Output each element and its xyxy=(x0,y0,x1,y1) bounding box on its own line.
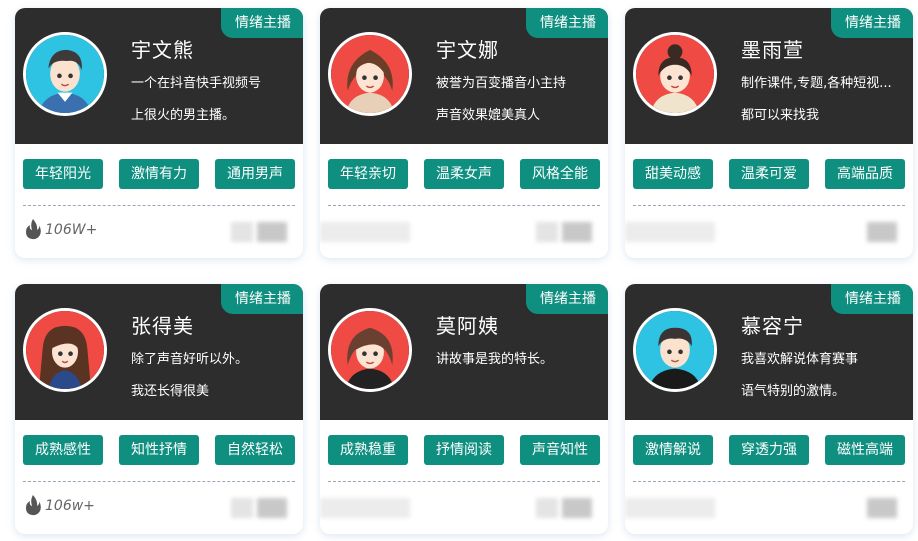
voice-tag[interactable]: 抒情阅读 xyxy=(424,435,504,465)
anchor-name: 宇文娜 xyxy=(436,38,499,62)
anchor-description-line-2: 都可以来找我 xyxy=(741,108,820,123)
flame-icon xyxy=(26,219,41,240)
blurred-element xyxy=(562,222,592,242)
anchor-description-line-2: 我还长得很美 xyxy=(131,384,210,399)
anchor-card[interactable]: 情绪主播 慕容宁 我喜欢解说体育赛事 语气特别的激情。 激情解说 穿透力强 磁性… xyxy=(625,284,913,534)
anchor-name: 慕容宁 xyxy=(741,314,804,338)
category-badge: 情绪主播 xyxy=(831,284,913,314)
voice-tag[interactable]: 穿透力强 xyxy=(729,435,809,465)
anchor-description-line-1: 讲故事是我的特长。 xyxy=(436,352,554,367)
blurred-element xyxy=(320,222,410,242)
category-badge: 情绪主播 xyxy=(221,284,303,314)
blurred-element xyxy=(562,498,592,518)
card-footer: 106w+ xyxy=(15,482,303,534)
anchor-description-line-1: 除了声音好听以外。 xyxy=(131,352,249,367)
anchor-description-line-1: 我喜欢解说体育赛事 xyxy=(741,352,859,367)
blurred-element xyxy=(625,222,715,242)
anchor-name: 墨雨萱 xyxy=(741,38,804,62)
play-count: 106w+ xyxy=(45,498,95,514)
voice-tag[interactable]: 激情解说 xyxy=(633,435,713,465)
anchor-card[interactable]: 情绪主播 宇文熊 一个在抖音快手视频号 上很火的男主播。 年轻阳光 激情有力 通… xyxy=(15,8,303,258)
category-badge: 情绪主播 xyxy=(526,284,608,314)
tag-list: 成熟感性 知性抒情 自然轻松 xyxy=(23,435,295,465)
anchor-description-line-1: 一个在抖音快手视频号 xyxy=(131,76,262,91)
voice-tag[interactable]: 知性抒情 xyxy=(119,435,199,465)
voice-tag[interactable]: 温柔可爱 xyxy=(729,159,809,189)
tag-list: 年轻亲切 温柔女声 风格全能 xyxy=(328,159,600,189)
female-longhair-avatar-icon xyxy=(23,308,107,392)
card-footer xyxy=(625,482,913,534)
blurred-element xyxy=(867,222,897,242)
anchor-name: 张得美 xyxy=(131,314,194,338)
voice-tag[interactable]: 年轻阳光 xyxy=(23,159,103,189)
voice-tag[interactable]: 自然轻松 xyxy=(215,435,295,465)
card-footer xyxy=(625,206,913,258)
voice-tag[interactable]: 高端品质 xyxy=(825,159,905,189)
anchor-card[interactable]: 情绪主播 莫阿姨 讲故事是我的特长。 成熟稳重 抒情阅读 声音知性 xyxy=(320,284,608,534)
blurred-element xyxy=(231,222,253,242)
anchor-description-line-1: 制作课件,专题,各种短视... xyxy=(741,76,892,91)
card-footer xyxy=(320,206,608,258)
anchor-card[interactable]: 情绪主播 墨雨萱 制作课件,专题,各种短视... 都可以来找我 甜美动感 温柔可… xyxy=(625,8,913,258)
category-badge: 情绪主播 xyxy=(831,8,913,38)
anchor-card[interactable]: 情绪主播 张得美 除了声音好听以外。 我还长得很美 成熟感性 知性抒情 自然轻松 xyxy=(15,284,303,534)
voice-tag[interactable]: 成熟稳重 xyxy=(328,435,408,465)
voice-tag[interactable]: 温柔女声 xyxy=(424,159,504,189)
tag-list: 年轻阳光 激情有力 通用男声 xyxy=(23,159,295,189)
blurred-element xyxy=(257,222,287,242)
category-badge: 情绪主播 xyxy=(221,8,303,38)
category-badge: 情绪主播 xyxy=(526,8,608,38)
tag-list: 甜美动感 温柔可爱 高端品质 xyxy=(633,159,905,189)
male-avatar-icon xyxy=(23,32,107,116)
card-footer xyxy=(320,482,608,534)
blurred-element xyxy=(867,498,897,518)
tag-list: 激情解说 穿透力强 磁性高端 xyxy=(633,435,905,465)
female-mature-avatar-icon xyxy=(328,308,412,392)
play-count: 106W+ xyxy=(45,222,98,238)
voice-tag[interactable]: 成熟感性 xyxy=(23,435,103,465)
anchor-description-line-2: 上很火的男主播。 xyxy=(131,108,236,123)
voice-tag[interactable]: 风格全能 xyxy=(520,159,600,189)
anchor-description-line-1: 被誉为百变播音小主持 xyxy=(436,76,567,91)
male-sports-avatar-icon xyxy=(633,308,717,392)
blurred-element xyxy=(320,498,410,518)
voice-tag[interactable]: 声音知性 xyxy=(520,435,600,465)
blurred-element xyxy=(231,498,253,518)
blurred-element xyxy=(536,498,558,518)
voice-tag[interactable]: 激情有力 xyxy=(119,159,199,189)
voice-tag[interactable]: 甜美动感 xyxy=(633,159,713,189)
tag-list: 成熟稳重 抒情阅读 声音知性 xyxy=(328,435,600,465)
female-avatar-icon xyxy=(328,32,412,116)
anchor-description-line-2: 声音效果媲美真人 xyxy=(436,108,541,123)
female-bun-avatar-icon xyxy=(633,32,717,116)
blurred-element xyxy=(536,222,558,242)
flame-icon xyxy=(26,495,41,516)
anchor-description-line-2: 语气特别的激情。 xyxy=(741,384,846,399)
voice-tag[interactable]: 通用男声 xyxy=(215,159,295,189)
card-footer: 106W+ xyxy=(15,206,303,258)
anchor-card-grid: 情绪主播 宇文熊 一个在抖音快手视频号 上很火的男主播。 年轻阳光 激情有力 通… xyxy=(0,0,918,541)
blurred-element xyxy=(625,498,715,518)
voice-tag[interactable]: 磁性高端 xyxy=(825,435,905,465)
voice-tag[interactable]: 年轻亲切 xyxy=(328,159,408,189)
anchor-card[interactable]: 情绪主播 宇文娜 被誉为百变播音小主持 声音效果媲美真人 年轻亲切 温柔女声 风… xyxy=(320,8,608,258)
anchor-name: 莫阿姨 xyxy=(436,314,499,338)
anchor-name: 宇文熊 xyxy=(131,38,194,62)
blurred-element xyxy=(257,498,287,518)
